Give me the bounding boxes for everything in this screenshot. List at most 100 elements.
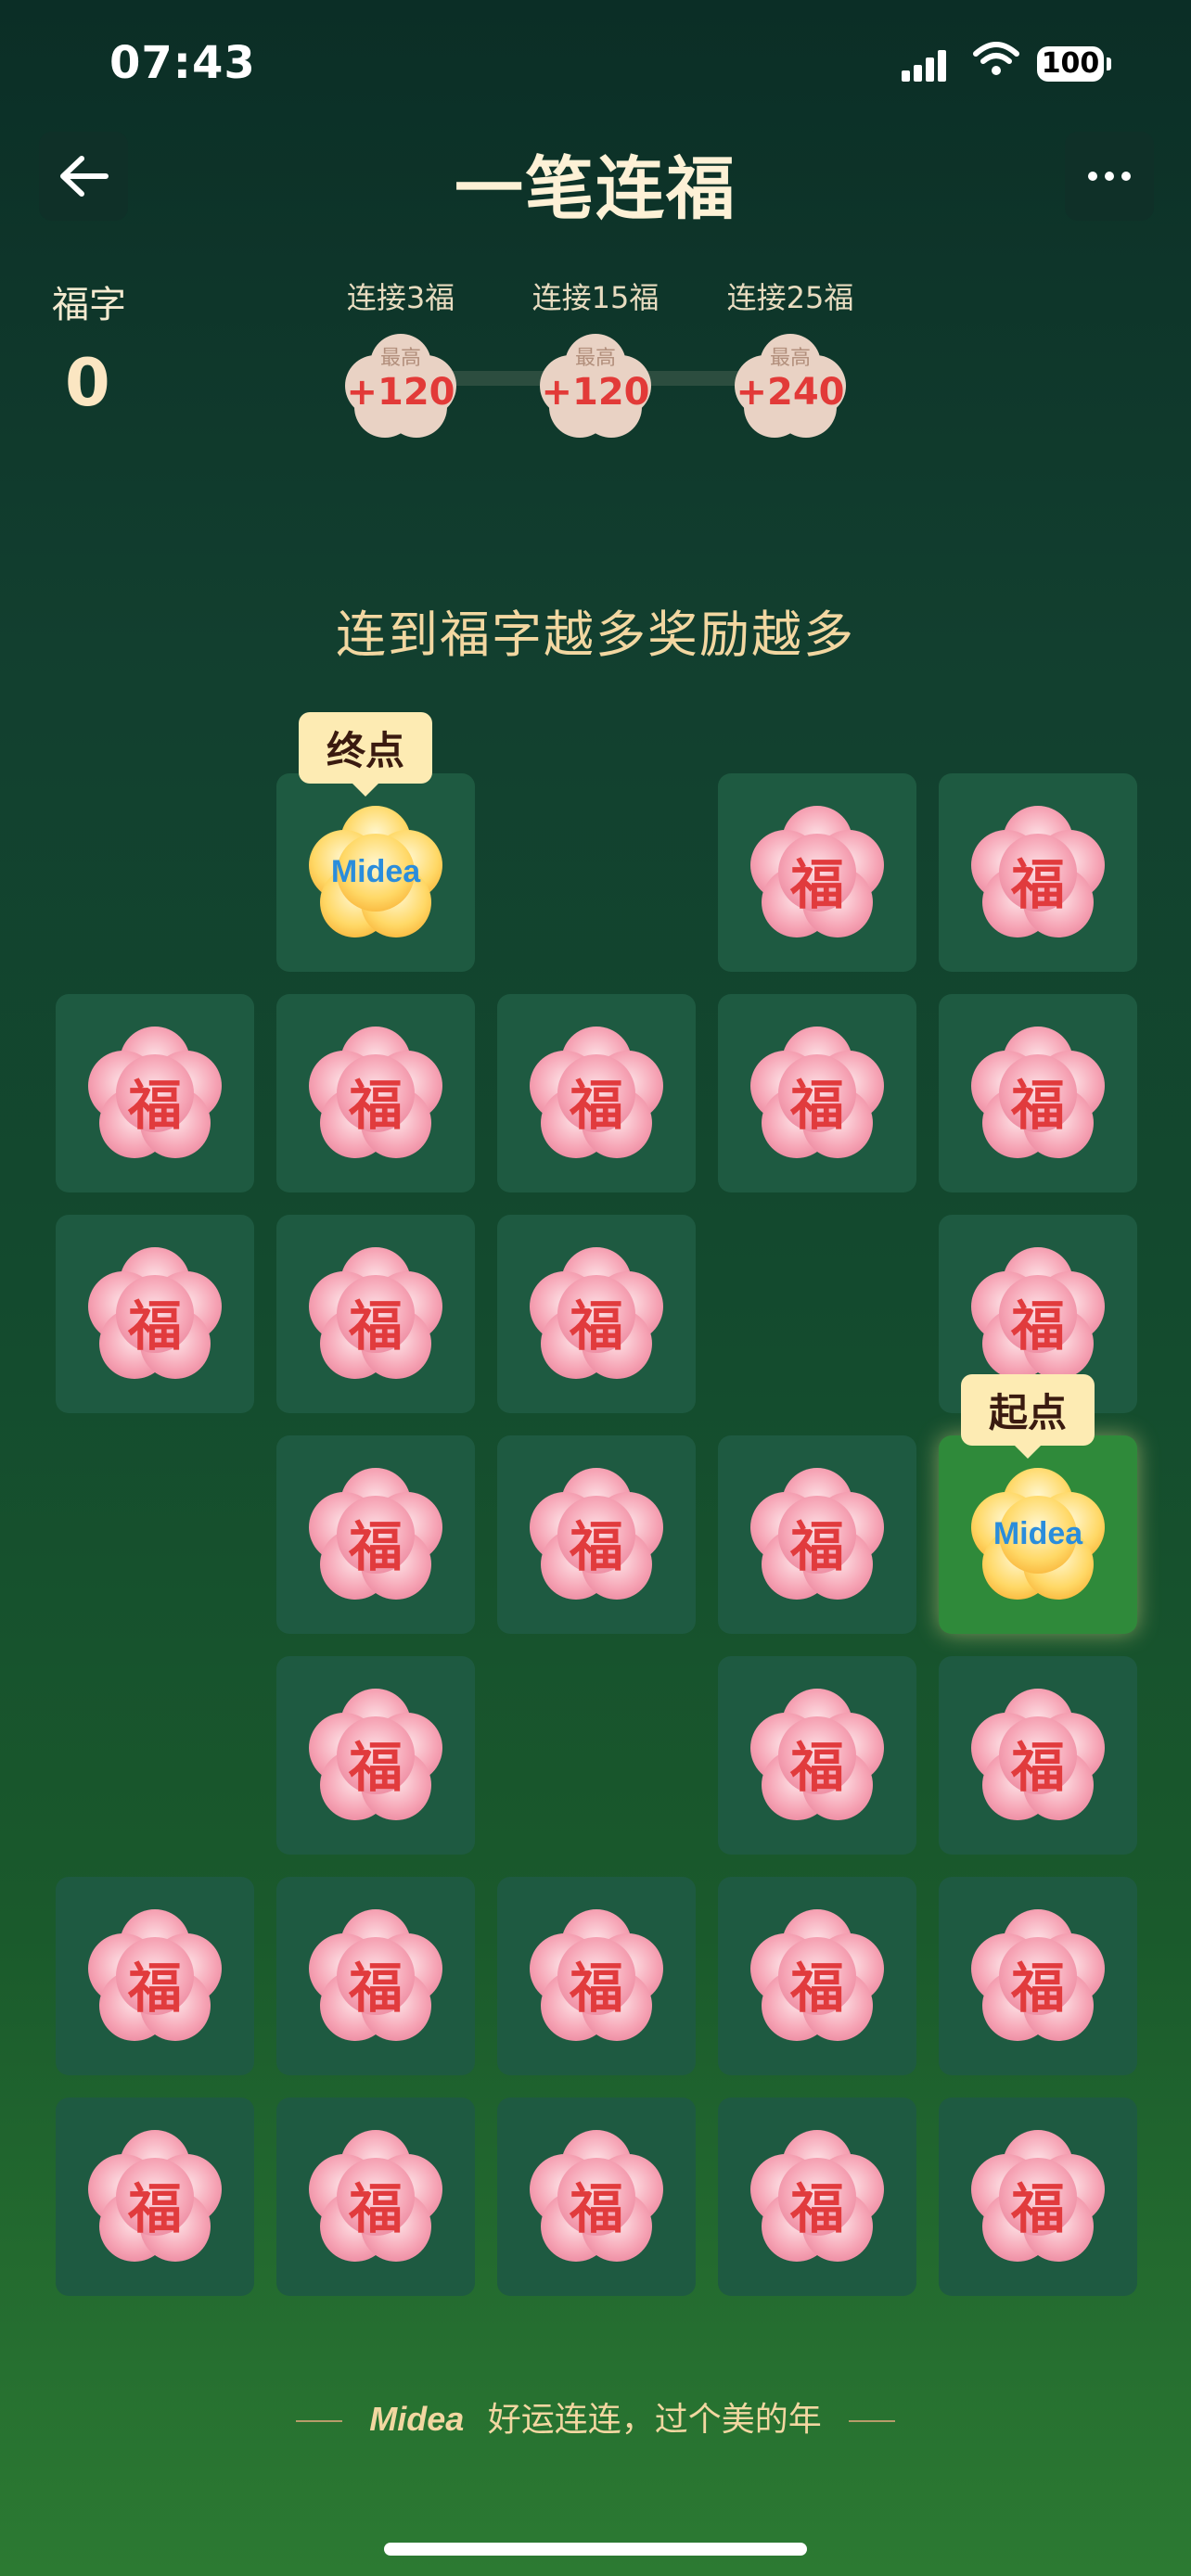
fu-flower-icon: 福 [88,2130,222,2264]
midea-flower-icon: Midea [971,1468,1105,1601]
milestone-amount: +120 [346,371,455,414]
fu-cell[interactable]: 福 [276,1215,475,1413]
fu-flower-icon: 福 [309,1909,442,2043]
milestone-amount: +120 [541,371,650,414]
milestone-max-label: 最高 [769,347,811,370]
fu-character: 福 [1010,853,1065,916]
fu-cell[interactable]: 福 [939,994,1137,1192]
more-options-button[interactable] [1065,132,1154,221]
more-dot [1088,172,1097,181]
fu-character: 福 [789,1957,844,2020]
fu-flower-icon: 福 [750,1909,884,2043]
fu-character: 福 [789,1515,844,1578]
fu-cell[interactable]: 福 [497,1435,696,1634]
end-point-tag: 终点 [299,712,433,797]
fu-cell[interactable]: 福 [56,2098,254,2296]
fu-cell[interactable]: 福 [718,2098,916,2296]
milestone-3: 连接3福 最高 +120 [308,274,493,438]
fu-character: 福 [789,1074,844,1137]
footer-slogan: Midea 好运连连，过个美的年 [0,2392,1191,2441]
fu-cell[interactable]: 福 [718,1435,916,1634]
fu-flower-icon: 福 [971,1689,1105,1822]
fu-character: 福 [348,2177,403,2240]
fu-flower-icon: 福 [530,1027,663,1160]
fu-flower-icon: 福 [530,1468,663,1601]
start-point-tag: 起点 [961,1374,1095,1459]
fu-character: 福 [569,1294,623,1358]
status-bar: 07:43 100 [0,0,1191,130]
fu-flower-icon: 福 [309,1247,442,1381]
midea-logo: Midea [992,1516,1083,1551]
fu-cell[interactable]: 福 [276,1877,475,2075]
fu-cell[interactable]: 福 [276,2098,475,2296]
fu-character: 福 [127,1074,182,1137]
fu-character: 福 [569,2177,623,2240]
fu-cell[interactable]: 福 [497,1215,696,1413]
status-time: 07:43 [109,37,256,89]
fu-character: 福 [348,1515,403,1578]
start-cell[interactable]: Midea [939,1435,1137,1634]
fu-character: 福 [348,1736,403,1799]
fu-character: 福 [348,1074,403,1137]
milestone-max-label: 最高 [379,347,421,370]
fu-character: 福 [789,1736,844,1799]
fu-flower-icon: 福 [971,2130,1105,2264]
end-cell[interactable]: Midea [276,773,475,972]
fu-character: 福 [569,1515,623,1578]
fu-flower-icon: 福 [750,1027,884,1160]
cellular-signal-icon [902,48,948,82]
milestone-amount: +240 [736,371,845,414]
fu-character: 福 [569,1074,623,1137]
fu-cell[interactable]: 福 [939,1877,1137,2075]
fu-flower-icon: 福 [88,1247,222,1381]
fu-cell[interactable]: 福 [718,1877,916,2075]
fu-cell[interactable]: 福 [939,2098,1137,2296]
fu-cell[interactable]: 福 [718,773,916,972]
fu-flower-icon: 福 [88,1027,222,1160]
fu-character: 福 [1010,1074,1065,1137]
fu-flower-icon: 福 [530,1247,663,1381]
wifi-icon [973,42,1019,75]
fu-cell[interactable]: 福 [276,1656,475,1855]
milestone-reward-badge: 最高 +240 [735,334,846,438]
fu-cell[interactable]: 福 [718,994,916,1192]
midea-flower-icon: Midea [309,806,442,939]
fu-character: 福 [348,1957,403,2020]
fu-flower-icon: 福 [750,1468,884,1601]
fu-flower-icon: 福 [309,1027,442,1160]
fu-character: 福 [1010,1294,1065,1358]
battery-icon: 100 [1037,46,1111,82]
fu-character: 福 [127,2177,182,2240]
fu-cell[interactable]: 福 [497,1877,696,2075]
reward-hint: 连到福字越多奖励越多 [336,606,855,664]
fu-flower-icon: 福 [971,1027,1105,1160]
fu-cell[interactable]: 福 [939,1656,1137,1855]
footer-ornament [849,2420,896,2422]
fu-cell[interactable]: 福 [56,1215,254,1413]
fu-cell[interactable]: 福 [56,1877,254,2075]
fu-flower-icon: 福 [309,1468,442,1601]
milestone-max-label: 最高 [574,347,616,370]
fu-flower-icon: 福 [309,1689,442,1822]
fu-flower-icon: 福 [88,1909,222,2043]
fu-character: 福 [127,1294,182,1358]
fu-cell[interactable]: 福 [276,1435,475,1634]
fu-flower-icon: 福 [750,806,884,939]
fu-cell[interactable]: 福 [56,994,254,1192]
fu-count-label: 福字 [52,284,126,326]
milestone-reward-badge: 最高 +120 [345,334,456,438]
fu-cell[interactable]: 福 [497,2098,696,2296]
fu-cell[interactable]: 福 [497,994,696,1192]
fu-flower-icon: 福 [971,806,1105,939]
milestone-label: 连接3福 [346,280,455,315]
fu-character: 福 [1010,2177,1065,2240]
fu-flower-icon: 福 [750,2130,884,2264]
fu-character: 福 [789,2177,844,2240]
milestone-label: 连接15福 [531,280,660,315]
fu-flower-icon: 福 [530,1909,663,2043]
fu-cell[interactable]: 福 [939,773,1137,972]
fu-cell[interactable]: 福 [276,994,475,1192]
midea-logo: Midea [330,854,421,889]
fu-character: 福 [1010,1957,1065,2020]
fu-cell[interactable]: 福 [718,1656,916,1855]
